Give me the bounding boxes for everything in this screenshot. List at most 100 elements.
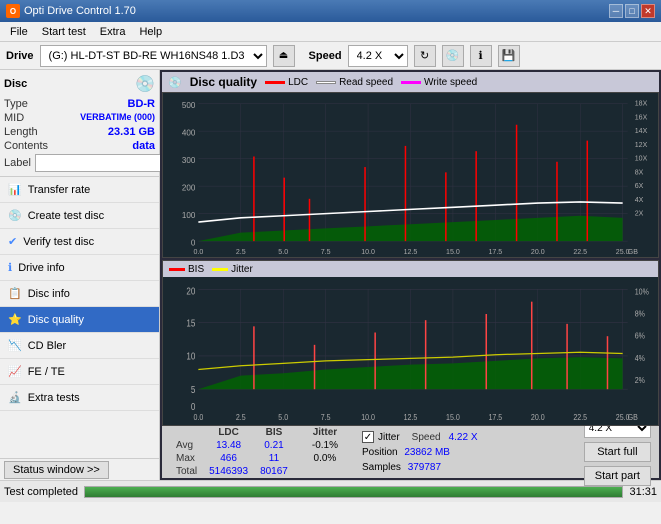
legend-jitter: Jitter bbox=[212, 264, 253, 275]
disc-length-label: Length bbox=[4, 126, 38, 138]
legend-jitter-label: Jitter bbox=[231, 264, 253, 275]
menu-extra[interactable]: Extra bbox=[94, 24, 132, 40]
menu-start-test[interactable]: Start test bbox=[36, 24, 92, 40]
drive-bar: Drive (G:) HL-DT-ST BD-RE WH16NS48 1.D3 … bbox=[0, 42, 661, 70]
nav-transfer-rate-label: Transfer rate bbox=[28, 184, 91, 196]
title-bar: O Opti Drive Control 1.70 ─ □ ✕ bbox=[0, 0, 661, 22]
col-ldc: LDC bbox=[203, 426, 254, 439]
samples-label: Samples bbox=[362, 462, 401, 473]
total-label: Total bbox=[170, 465, 203, 478]
drive-select[interactable]: (G:) HL-DT-ST BD-RE WH16NS48 1.D3 bbox=[40, 45, 267, 67]
eject-button[interactable]: ⏏ bbox=[273, 45, 295, 67]
svg-text:500: 500 bbox=[182, 101, 196, 110]
svg-text:200: 200 bbox=[182, 183, 196, 192]
transfer-rate-icon: 📊 bbox=[8, 183, 22, 196]
nav-create-test-disc[interactable]: 💿 Create test disc bbox=[0, 203, 159, 229]
speed-select[interactable]: 4.2 X bbox=[348, 45, 408, 67]
disc-type-value: BD-R bbox=[128, 98, 156, 110]
position-label: Position bbox=[362, 447, 398, 458]
max-label: Max bbox=[170, 452, 203, 465]
disc-label-input[interactable] bbox=[35, 154, 173, 172]
disc-type-row: Type BD-R bbox=[4, 98, 155, 110]
stats-table: LDC BIS Jitter Avg 13.48 0.21 -0.1% Max … bbox=[170, 426, 344, 478]
charts-container: 500 400 300 200 100 0 18X 16X 14X 12X 10… bbox=[162, 92, 659, 426]
info-button[interactable]: ℹ bbox=[470, 45, 492, 67]
svg-text:2%: 2% bbox=[635, 375, 645, 385]
speed-text-label: Speed bbox=[412, 432, 441, 443]
legend-write-speed: Write speed bbox=[401, 77, 477, 88]
svg-text:15.0: 15.0 bbox=[446, 412, 460, 422]
nav-cd-bler[interactable]: 📉 CD Bler bbox=[0, 333, 159, 359]
menu-help[interactable]: Help bbox=[133, 24, 168, 40]
nav-transfer-rate[interactable]: 📊 Transfer rate bbox=[0, 177, 159, 203]
bottom-stats: LDC BIS Jitter Avg 13.48 0.21 -0.1% Max … bbox=[162, 426, 659, 478]
jitter-label: Jitter bbox=[378, 432, 400, 443]
nav-extra-tests-label: Extra tests bbox=[28, 392, 80, 404]
menu-file[interactable]: File bbox=[4, 24, 34, 40]
svg-text:6X: 6X bbox=[635, 181, 644, 190]
svg-text:15.0: 15.0 bbox=[446, 247, 460, 256]
svg-text:17.5: 17.5 bbox=[488, 412, 502, 422]
legend-read-speed: Read speed bbox=[316, 77, 393, 88]
start-part-button[interactable]: Start part bbox=[584, 466, 651, 486]
svg-text:100: 100 bbox=[182, 211, 196, 220]
drive-label: Drive bbox=[6, 50, 34, 62]
minimize-button[interactable]: ─ bbox=[609, 4, 623, 18]
samples-row: Samples 379787 bbox=[362, 462, 478, 473]
jitter-checkbox[interactable]: ✓ bbox=[362, 431, 374, 443]
svg-text:20.0: 20.0 bbox=[531, 247, 545, 256]
disc-length-row: Length 23.31 GB bbox=[4, 126, 155, 138]
svg-text:5: 5 bbox=[191, 384, 195, 395]
legend-bis-label: BIS bbox=[188, 264, 204, 275]
top-chart-svg: 500 400 300 200 100 0 18X 16X 14X 12X 10… bbox=[163, 93, 658, 257]
svg-text:14X: 14X bbox=[635, 126, 648, 135]
extra-tests-icon: 🔬 bbox=[8, 391, 22, 404]
svg-text:2.5: 2.5 bbox=[236, 247, 246, 256]
chart-cd-icon: 💿 bbox=[168, 76, 182, 89]
disc-button[interactable]: 💿 bbox=[442, 45, 464, 67]
jitter-checkbox-row: ✓ Jitter Speed 4.22 X bbox=[362, 431, 478, 443]
svg-text:GB: GB bbox=[628, 247, 638, 256]
nav-disc-info-label: Disc info bbox=[28, 288, 70, 300]
svg-text:10: 10 bbox=[186, 351, 195, 362]
nav-drive-info[interactable]: ℹ Drive info bbox=[0, 255, 159, 281]
svg-text:15: 15 bbox=[186, 318, 195, 329]
close-button[interactable]: ✕ bbox=[641, 4, 655, 18]
top-chart: 500 400 300 200 100 0 18X 16X 14X 12X 10… bbox=[162, 92, 659, 258]
disc-contents-row: Contents data bbox=[4, 140, 155, 152]
svg-text:300: 300 bbox=[182, 156, 196, 165]
disc-mid-label: MID bbox=[4, 112, 24, 124]
nav-verify-test-disc-label: Verify test disc bbox=[23, 236, 94, 248]
legend-write-color bbox=[401, 81, 421, 84]
svg-text:0.0: 0.0 bbox=[193, 412, 203, 422]
nav-extra-tests[interactable]: 🔬 Extra tests bbox=[0, 385, 159, 411]
nav-fe-te[interactable]: 📈 FE / TE bbox=[0, 359, 159, 385]
position-row: Position 23862 MB bbox=[362, 447, 478, 458]
nav-verify-test-disc[interactable]: ✔ Verify test disc bbox=[0, 229, 159, 255]
svg-text:17.5: 17.5 bbox=[488, 247, 502, 256]
start-full-button[interactable]: Start full bbox=[584, 442, 651, 462]
max-bis: 11 bbox=[254, 452, 294, 465]
avg-ldc: 13.48 bbox=[203, 439, 254, 452]
fe-te-icon: 📈 bbox=[8, 365, 22, 378]
nav-disc-quality-label: Disc quality bbox=[28, 314, 84, 326]
disc-info-icon: 📋 bbox=[8, 287, 22, 300]
disc-cd-icon: 💿 bbox=[135, 74, 155, 94]
menu-bar: File Start test Extra Help bbox=[0, 22, 661, 42]
speed-label: Speed bbox=[309, 50, 342, 62]
nav-disc-quality[interactable]: ⭐ Disc quality bbox=[0, 307, 159, 333]
speed-value: 4.22 X bbox=[449, 432, 478, 443]
disc-label-label: Label bbox=[4, 157, 31, 169]
total-ldc: 5146393 bbox=[203, 465, 254, 478]
nav-disc-info[interactable]: 📋 Disc info bbox=[0, 281, 159, 307]
maximize-button[interactable]: □ bbox=[625, 4, 639, 18]
status-window-button[interactable]: Status window >> bbox=[4, 461, 109, 479]
save-button[interactable]: 💾 bbox=[498, 45, 520, 67]
bottom-bar: Test completed 31:31 bbox=[0, 480, 661, 502]
main-layout: Disc 💿 Type BD-R MID VERBATIMe (000) Len… bbox=[0, 70, 661, 480]
svg-text:6%: 6% bbox=[635, 331, 645, 341]
svg-text:22.5: 22.5 bbox=[573, 412, 587, 422]
refresh-button[interactable]: ↻ bbox=[414, 45, 436, 67]
legend-ldc-color bbox=[265, 81, 285, 84]
title-bar-left: O Opti Drive Control 1.70 bbox=[6, 4, 136, 18]
